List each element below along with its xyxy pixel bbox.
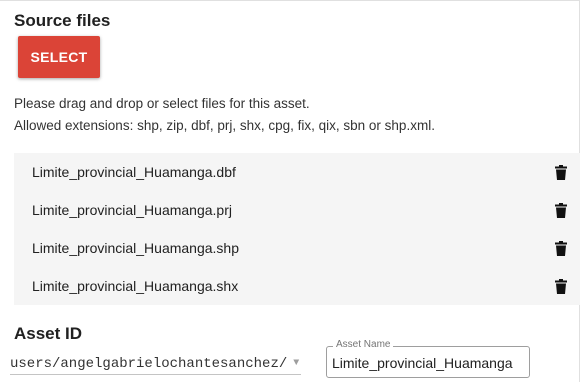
file-row: Limite_provincial_Huamanga.dbf: [14, 153, 580, 191]
file-name: Limite_provincial_Huamanga.shx: [32, 278, 239, 294]
asset-path-select[interactable]: users/angelgabrielochantesanchez/ ▼: [10, 353, 302, 375]
source-files-heading: Source files: [14, 11, 111, 30]
asset-name-input[interactable]: [332, 353, 524, 373]
select-files-button[interactable]: SELECT: [18, 36, 100, 78]
asset-id-heading: Asset ID: [14, 324, 83, 343]
file-row: Limite_provincial_Huamanga.shp: [14, 229, 580, 267]
file-list: Limite_provincial_Huamanga.dbf Limite_pr…: [14, 153, 580, 305]
trash-icon[interactable]: [554, 278, 568, 294]
file-name: Limite_provincial_Huamanga.prj: [32, 202, 232, 218]
dropdown-arrow-icon: ▼: [293, 358, 300, 369]
asset-name-label: Asset Name: [333, 339, 394, 350]
trash-icon[interactable]: [554, 202, 568, 218]
upload-panel: Source files SELECT Please drag and drop…: [0, 0, 580, 382]
trash-icon[interactable]: [554, 164, 568, 180]
asset-path-value: users/angelgabrielochantesanchez/: [10, 355, 288, 372]
trash-icon[interactable]: [554, 240, 568, 256]
asset-name-field[interactable]: Asset Name: [326, 339, 530, 378]
drag-drop-hint: Please drag and drop or select files for…: [14, 96, 310, 111]
file-name: Limite_provincial_Huamanga.shp: [32, 240, 240, 256]
file-row: Limite_provincial_Huamanga.shx: [14, 267, 580, 305]
asset-id-row: users/angelgabrielochantesanchez/ ▼ Asse…: [10, 339, 580, 378]
file-row: Limite_provincial_Huamanga.prj: [14, 191, 580, 229]
allowed-extensions-hint: Allowed extensions: shp, zip, dbf, prj, …: [14, 118, 435, 133]
file-name: Limite_provincial_Huamanga.dbf: [32, 164, 236, 180]
